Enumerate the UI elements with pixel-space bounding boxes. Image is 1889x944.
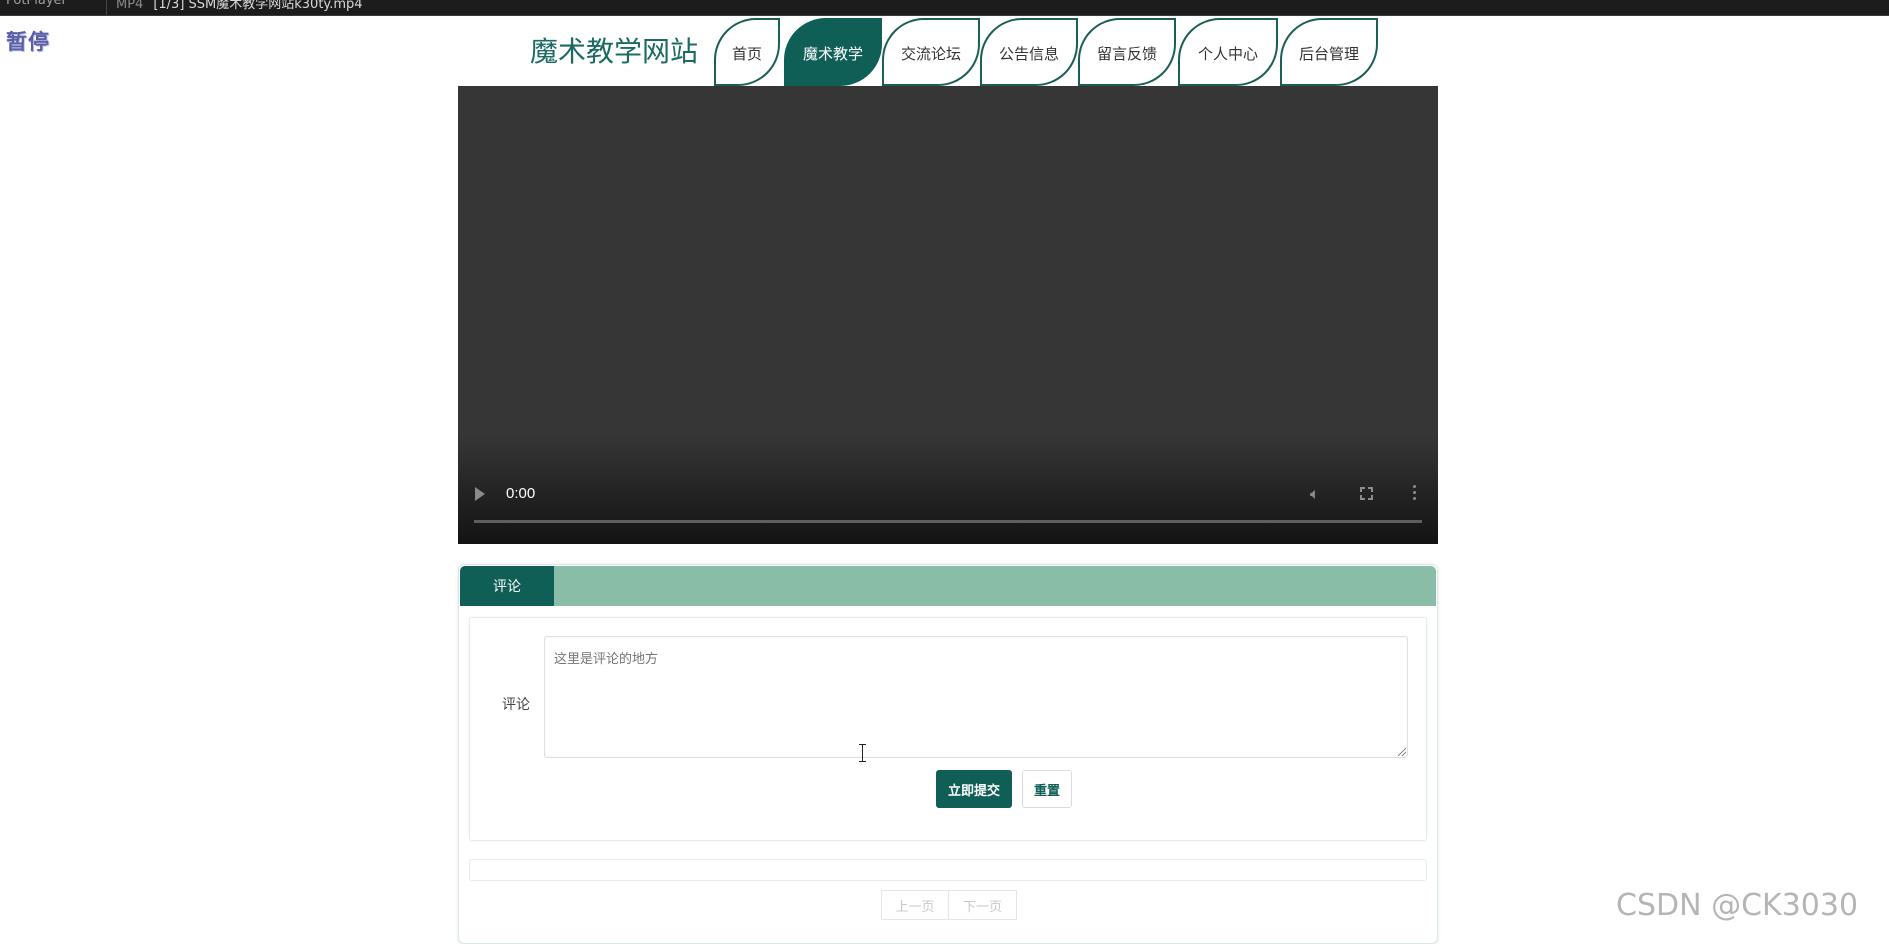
more-options-icon[interactable]	[1413, 485, 1417, 503]
player-media-type: MP4	[116, 0, 144, 12]
play-icon[interactable]	[475, 487, 485, 501]
comment-panel: 评论 评论 立即提交 重置 上一页 下一页	[458, 564, 1438, 944]
comment-textarea[interactable]	[544, 636, 1408, 758]
comment-form: 评论 立即提交 重置	[469, 617, 1427, 841]
nav-home[interactable]: 首页	[714, 18, 780, 86]
player-file-name: [1/3] SSM魔术教学网站k30ty.mp4	[153, 0, 363, 12]
text-cursor-icon	[858, 744, 868, 762]
comment-list	[469, 859, 1427, 881]
submit-button[interactable]: 立即提交	[936, 770, 1012, 808]
watermark: CSDN @CK3030	[1616, 888, 1859, 923]
nav-forum[interactable]: 交流论坛	[882, 18, 980, 86]
player-divider	[106, 0, 107, 15]
nav-announcements[interactable]: 公告信息	[980, 18, 1078, 86]
next-page-button[interactable]: 下一页	[949, 890, 1017, 920]
comment-tab-bar: 评论	[460, 566, 1436, 606]
fullscreen-icon[interactable]	[1360, 487, 1373, 500]
site-title[interactable]: 魔术教学网站	[530, 30, 698, 70]
volume-icon[interactable]: 🔈︎	[1310, 484, 1320, 504]
nav-feedback[interactable]: 留言反馈	[1078, 18, 1176, 86]
player-app-name: PotPlayer	[6, 0, 67, 8]
prev-page-button[interactable]: 上一页	[881, 890, 949, 920]
tab-comment[interactable]: 评论	[460, 566, 554, 606]
nav-magic-teaching[interactable]: 魔术教学	[784, 18, 882, 86]
player-title-bar: PotPlayer MP4 [1/3] SSM魔术教学网站k30ty.mp4	[0, 0, 1889, 16]
resize-grip-icon[interactable]	[1398, 748, 1406, 756]
video-controls-gradient	[458, 434, 1438, 544]
player-file-title: MP4 [1/3] SSM魔术教学网站k30ty.mp4	[116, 0, 363, 12]
nav-personal-center[interactable]: 个人中心	[1178, 18, 1278, 86]
comment-field-label: 评论	[502, 697, 530, 713]
video-current-time: 0:00	[506, 485, 536, 502]
reset-button[interactable]: 重置	[1022, 770, 1072, 808]
video-player[interactable]: 0:00 🔈︎	[458, 86, 1438, 544]
pause-badge: 暂停	[6, 31, 50, 54]
video-progress-bar[interactable]	[474, 520, 1422, 523]
nav-admin[interactable]: 后台管理	[1280, 18, 1378, 86]
pagination: 上一页 下一页	[881, 890, 1017, 920]
